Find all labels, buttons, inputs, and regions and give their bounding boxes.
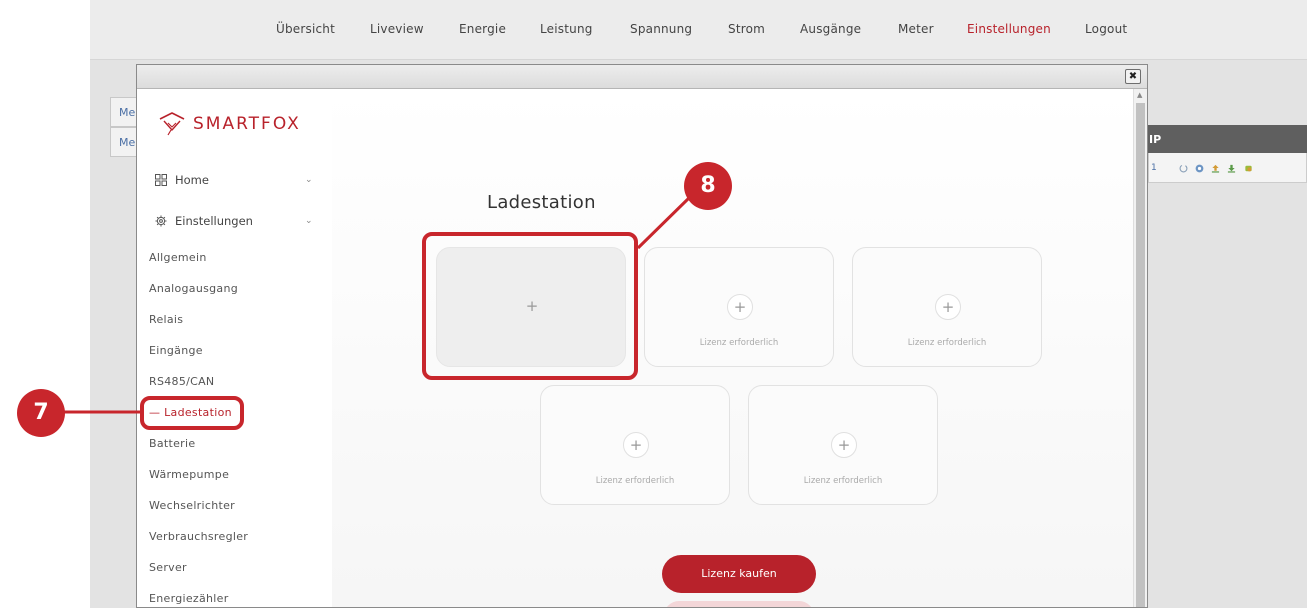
annotation-highlight-slot bbox=[422, 232, 638, 380]
annotation-marker-7: 7 bbox=[17, 389, 65, 437]
annotation-connectors bbox=[62, 195, 692, 414]
screenshot-stage: Übersicht Liveview Energie Leistung Span… bbox=[0, 0, 1307, 608]
annotation-highlight-ladestation bbox=[140, 396, 244, 430]
annotation-marker-8: 8 bbox=[684, 162, 732, 210]
